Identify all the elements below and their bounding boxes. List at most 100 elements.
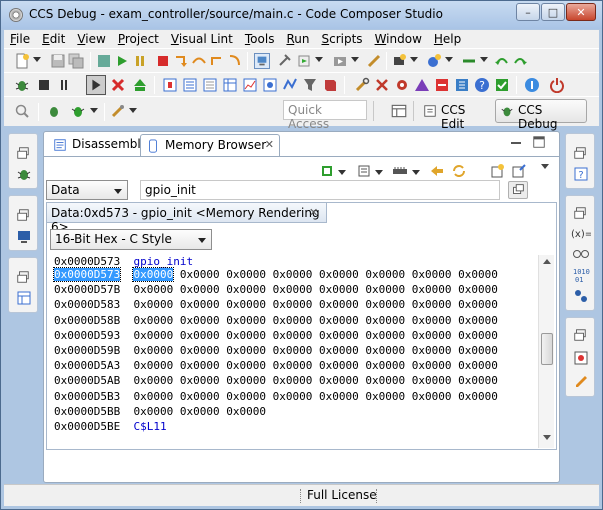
close-rendering-icon[interactable]: ✕ [309,206,318,219]
memory-cell[interactable]: 0x0000 [133,344,173,357]
memory-cell[interactable]: 0x0000 [412,329,452,342]
chevron-down-icon[interactable] [90,108,98,113]
memory-cell[interactable]: 0x0000 [412,283,452,296]
graph-icon[interactable] [242,77,258,93]
memory-cell[interactable]: 0x0000 [133,405,173,418]
registers-icon[interactable] [162,77,178,93]
new-file-icon[interactable] [14,53,30,69]
cpu-icon[interactable] [319,163,335,179]
address-input[interactable]: gpio_init [140,180,500,200]
memory-cell[interactable]: 0x0000 [319,298,359,311]
memory-cell[interactable]: 0x0000 [412,374,452,387]
memory-cell[interactable]: 0x0000 [133,283,173,296]
memory-cell[interactable]: 0x0000 [226,283,266,296]
memory-cell[interactable]: 0x0000 [226,359,266,372]
memory-cell[interactable]: 0x0000 [133,359,173,372]
memory-cell[interactable]: 0x0000 [458,283,498,296]
memory-cell[interactable]: 0x0000 [132,267,175,282]
step-back-icon[interactable] [494,53,510,69]
memory-cell[interactable]: 0x0000 [365,359,405,372]
memory-cell[interactable]: 0x0000 [458,314,498,327]
memory-cell[interactable]: 0x0000 [180,405,220,418]
tools-icon[interactable] [374,77,390,93]
menu-tools[interactable]: Tools [245,32,275,46]
save-icon[interactable] [50,53,66,69]
memory-cell[interactable]: 0x0000 [412,268,452,281]
debug-config-icon[interactable] [46,103,62,119]
memory-cell[interactable]: 0x0000 [319,268,359,281]
chevron-down-icon[interactable] [351,57,359,62]
memory-address[interactable]: 0x0000D5AB [54,374,120,387]
report-icon[interactable] [454,77,470,93]
restore-icon[interactable] [16,208,30,222]
memory-address[interactable]: 0x0000D5BB [54,405,120,418]
memory-cell[interactable]: 0x0000 [133,329,173,342]
chip-icon[interactable] [391,53,407,69]
tab-memory-browser[interactable]: Memory Browser ✕ [140,134,280,156]
memory-cell[interactable]: 0x0000 [180,268,220,281]
restore-icon[interactable] [16,270,30,284]
perspective-ccs-debug[interactable]: CCS Debug [495,99,587,131]
memory-cell[interactable]: 0x0000 [365,298,405,311]
analysis-icon[interactable] [434,77,450,93]
breakpoints-view-icon[interactable] [573,350,589,366]
back-icon[interactable] [429,163,445,179]
menu-run[interactable]: Run [286,32,309,46]
memory-cell[interactable]: 0x0000 [319,329,359,342]
menu-project[interactable]: Project [118,32,159,46]
memory-cell[interactable]: 0x0000 [319,390,359,403]
chevron-down-icon[interactable] [33,57,41,62]
perspective-ccs-edit[interactable]: CCS Edit [418,99,492,131]
memory-cell[interactable]: 0x0000 [458,390,498,403]
assembly-step-icon[interactable] [227,53,243,69]
memory-cell[interactable]: 0x0000 [319,374,359,387]
tab-memory-rendering[interactable]: Data:0xd573 - gpio_init <Memory Renderin… [47,203,327,234]
maximize-button[interactable]: □ [541,3,565,21]
chevron-down-icon[interactable] [410,57,418,62]
outline-icon[interactable] [16,290,32,306]
menu-help[interactable]: Help [434,32,461,46]
maximize-view-icon[interactable] [532,135,546,149]
close-window-button[interactable]: ✕ [566,3,596,21]
brush-icon[interactable] [110,103,126,119]
menu-window[interactable]: Window [375,32,422,46]
memory-cell[interactable]: 0x0000 [458,359,498,372]
debug-view-icon[interactable] [16,166,32,182]
memory-cell[interactable]: 0x0000 [226,298,266,311]
memory-cell[interactable]: 0x0000 [273,298,313,311]
minimize-button[interactable]: – [516,3,540,21]
memory-cell[interactable]: 0x0000 [226,268,266,281]
memory-cell[interactable]: 0x0000 [412,359,452,372]
chevron-down-icon[interactable] [375,170,383,175]
variables-icon[interactable]: (x)= [571,226,591,240]
memory-cell[interactable]: 0x0000 [412,298,452,311]
memory-cell[interactable]: 0x0000 [226,390,266,403]
modules-view-icon[interactable] [573,288,589,304]
memory-cell[interactable]: 0x0000 [365,329,405,342]
chevron-down-icon[interactable] [480,57,488,62]
new-connection-icon[interactable] [426,53,442,69]
chevron-down-icon[interactable] [129,108,137,113]
new-tab-icon[interactable] [489,163,505,179]
quick-access-input[interactable]: Quick Access [283,100,367,131]
table-icon[interactable] [222,77,238,93]
memory-cell[interactable]: 0x0000 [180,390,220,403]
memory-address[interactable]: 0x0000D57B [54,283,120,296]
expressions-view-icon[interactable] [572,246,590,260]
memory-cell[interactable]: 0x0000 [133,390,173,403]
memory-cell[interactable]: 0x0000 [365,390,405,403]
search-icon[interactable] [14,103,30,119]
memory-vertical-scrollbar[interactable] [538,255,554,448]
step-over-icon[interactable] [191,53,207,69]
gear-icon[interactable] [394,77,410,93]
memory-cell[interactable]: 0x0000 [226,344,266,357]
debug-launch-icon[interactable] [296,53,312,69]
memory-cell[interactable]: 0x0000 [273,359,313,372]
scroll-up-icon[interactable] [543,259,551,264]
memory-cell[interactable]: 0x0000 [180,344,220,357]
step-into-icon[interactable] [173,53,189,69]
trace-icon[interactable] [282,77,298,93]
memory-cell[interactable]: 0x0000 [273,314,313,327]
scroll-down-icon[interactable] [543,435,551,440]
memory-cell[interactable]: 0x0000 [458,344,498,357]
